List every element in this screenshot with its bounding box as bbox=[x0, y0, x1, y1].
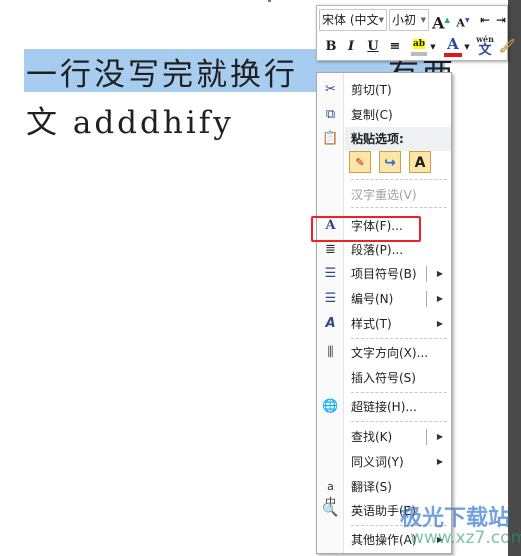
menu-item-label: 项目符号(B) bbox=[351, 267, 417, 281]
menu-item-translate[interactable]: a中 翻译(S) bbox=[317, 475, 451, 509]
bullets-icon: ☰ bbox=[324, 266, 337, 281]
menu-item-label: 超链接(H)... bbox=[351, 400, 417, 414]
paste-icon-cell: 📋 bbox=[317, 127, 345, 151]
hyperlink-globe-icon: 🌐 bbox=[322, 399, 339, 414]
font-size-combo[interactable]: 小初 ▼ bbox=[389, 9, 429, 31]
underline-icon: U bbox=[367, 39, 379, 54]
highlight-button[interactable]: ab bbox=[409, 37, 429, 57]
menu-separator bbox=[351, 421, 447, 422]
font-name-value: 宋体 (中文 bbox=[322, 13, 379, 27]
split-divider bbox=[426, 429, 427, 445]
numbering-icon: ☰ bbox=[324, 291, 337, 306]
menu-item-label: 样式(T) bbox=[351, 317, 392, 331]
document-line-2[interactable]: 文 adddhify bbox=[26, 97, 234, 142]
align-center-icon: ≡ bbox=[389, 39, 401, 54]
grow-font-button[interactable]: A▲ bbox=[431, 10, 451, 33]
menu-item-bullets[interactable]: ☰ 项目符号(B) ▶ bbox=[317, 262, 451, 286]
text-direction-icon: ⫼ bbox=[327, 345, 334, 360]
split-divider bbox=[426, 266, 427, 282]
scissors-icon: ✂ bbox=[325, 82, 336, 97]
clipboard-icon: 📋 bbox=[322, 131, 339, 146]
center-button[interactable]: ≡ bbox=[385, 37, 405, 57]
menu-item-styles[interactable]: A 样式(T) ▶ bbox=[317, 312, 451, 336]
highlight-dropdown[interactable]: ▼ bbox=[429, 37, 437, 57]
menu-item-label: 插入符号(S) bbox=[351, 371, 416, 385]
highlight-annotation-box bbox=[311, 216, 421, 242]
format-painter-button[interactable]: 🖌 bbox=[497, 37, 517, 57]
decrease-indent-icon: ⇤ bbox=[479, 13, 491, 27]
mini-toolbar: 宋体 (中文 ▼ 小初 ▼ A▲ A▼ ⇤ ⇥ B I U ≡ ab ▼ A ▼ w… bbox=[316, 5, 515, 61]
menu-item-hyperlink[interactable]: 🌐 超链接(H)... bbox=[317, 395, 451, 419]
increase-indent-button[interactable]: ⇥ bbox=[491, 10, 511, 30]
menu-item-label: 同义词(Y) bbox=[351, 455, 404, 469]
paste-text-only-button[interactable]: A bbox=[409, 151, 431, 173]
grow-font-icon: A bbox=[432, 13, 445, 33]
paste-keep-source-icon: ✎ bbox=[355, 156, 365, 169]
chevron-down-icon: ▼ bbox=[420, 16, 426, 24]
menu-item-text-direction[interactable]: ⫼ 文字方向(X)... bbox=[317, 341, 451, 365]
split-divider bbox=[426, 291, 427, 307]
font-color-button[interactable]: A bbox=[443, 35, 463, 57]
font-color-icon: A bbox=[447, 35, 459, 53]
submenu-arrow-icon: ▶ bbox=[436, 319, 443, 328]
document-line-1[interactable]: 一行没写完就换行 bbox=[26, 49, 298, 94]
paste-keep-formatting-button[interactable]: ✎ bbox=[349, 151, 371, 173]
phonetic-guide-button[interactable]: wén 文 bbox=[475, 35, 495, 58]
paintbrush-icon: 🖌 bbox=[498, 39, 516, 54]
context-menu: ✂ 剪切(T) ⧉ 复制(C) 粘贴选项: 📋 ✎ ↪ A 汉字重选(V) A 字体(… bbox=[316, 72, 452, 554]
menu-separator bbox=[351, 338, 447, 339]
menu-separator bbox=[351, 392, 447, 393]
paste-merge-icon: ↪ bbox=[384, 155, 396, 171]
menu-item-label: 编号(N) bbox=[351, 292, 394, 306]
ruler-mark bbox=[268, 0, 271, 2]
menu-item-label: 文字方向(X)... bbox=[351, 346, 429, 360]
highlight-icon: ab bbox=[412, 39, 426, 49]
paste-merge-formatting-button[interactable]: ↪ bbox=[379, 151, 401, 173]
italic-icon: I bbox=[347, 39, 355, 54]
menu-item-label: 复制(C) bbox=[351, 108, 393, 122]
menu-header-label: 粘贴选项: bbox=[351, 132, 404, 146]
shrink-font-button[interactable]: A▼ bbox=[453, 11, 473, 31]
submenu-arrow-icon[interactable]: ▶ bbox=[437, 425, 443, 449]
paste-options-header: 粘贴选项: bbox=[345, 127, 451, 151]
english-assistant-icon: 🔍 bbox=[322, 503, 339, 518]
font-name-combo[interactable]: 宋体 (中文 ▼ bbox=[319, 9, 387, 31]
menu-item-synonyms[interactable]: 同义词(Y) ▶ bbox=[317, 450, 451, 474]
chevron-down-icon: ▼ bbox=[378, 16, 384, 24]
menu-item-copy[interactable]: ⧉ 复制(C) bbox=[317, 103, 451, 127]
underline-button[interactable]: U bbox=[363, 37, 383, 57]
submenu-arrow-icon[interactable]: ▶ bbox=[437, 262, 443, 286]
submenu-arrow-icon: ▶ bbox=[436, 457, 443, 466]
bold-icon: B bbox=[325, 39, 337, 54]
shrink-font-icon: A bbox=[456, 16, 465, 30]
menu-item-numbering[interactable]: ☰ 编号(N) ▶ bbox=[317, 287, 451, 311]
menu-item-label: 汉字重选(V) bbox=[351, 188, 417, 202]
menu-item-label: 剪切(T) bbox=[351, 83, 392, 97]
translate-icon: a中 bbox=[325, 480, 336, 509]
watermark-url: www.xz7.com bbox=[410, 528, 521, 548]
italic-button[interactable]: I bbox=[341, 37, 361, 57]
font-size-value: 小初 bbox=[392, 13, 417, 27]
menu-item-label: 查找(K) bbox=[351, 430, 393, 444]
submenu-arrow-icon[interactable]: ▶ bbox=[437, 287, 443, 311]
menu-separator bbox=[351, 207, 447, 208]
menu-item-insert-symbol[interactable]: 插入符号(S) bbox=[317, 366, 451, 390]
window-edge bbox=[508, 0, 521, 556]
styles-icon: A bbox=[325, 316, 336, 331]
menu-item-cut[interactable]: ✂ 剪切(T) bbox=[317, 78, 451, 102]
menu-item-find[interactable]: 查找(K) ▶ bbox=[317, 425, 451, 449]
menu-item-label: 翻译(S) bbox=[351, 480, 392, 494]
copy-icon: ⧉ bbox=[325, 107, 336, 122]
font-color-dropdown[interactable]: ▼ bbox=[463, 37, 471, 57]
paragraph-icon: ≣ bbox=[325, 242, 336, 257]
menu-item-reconvert: 汉字重选(V) bbox=[317, 183, 451, 207]
phonetic-icon-bottom: 文 bbox=[478, 43, 492, 58]
paste-text-only-icon: A bbox=[414, 155, 426, 171]
increase-indent-icon: ⇥ bbox=[495, 13, 507, 27]
bold-button[interactable]: B bbox=[321, 37, 341, 57]
menu-separator bbox=[351, 179, 447, 180]
